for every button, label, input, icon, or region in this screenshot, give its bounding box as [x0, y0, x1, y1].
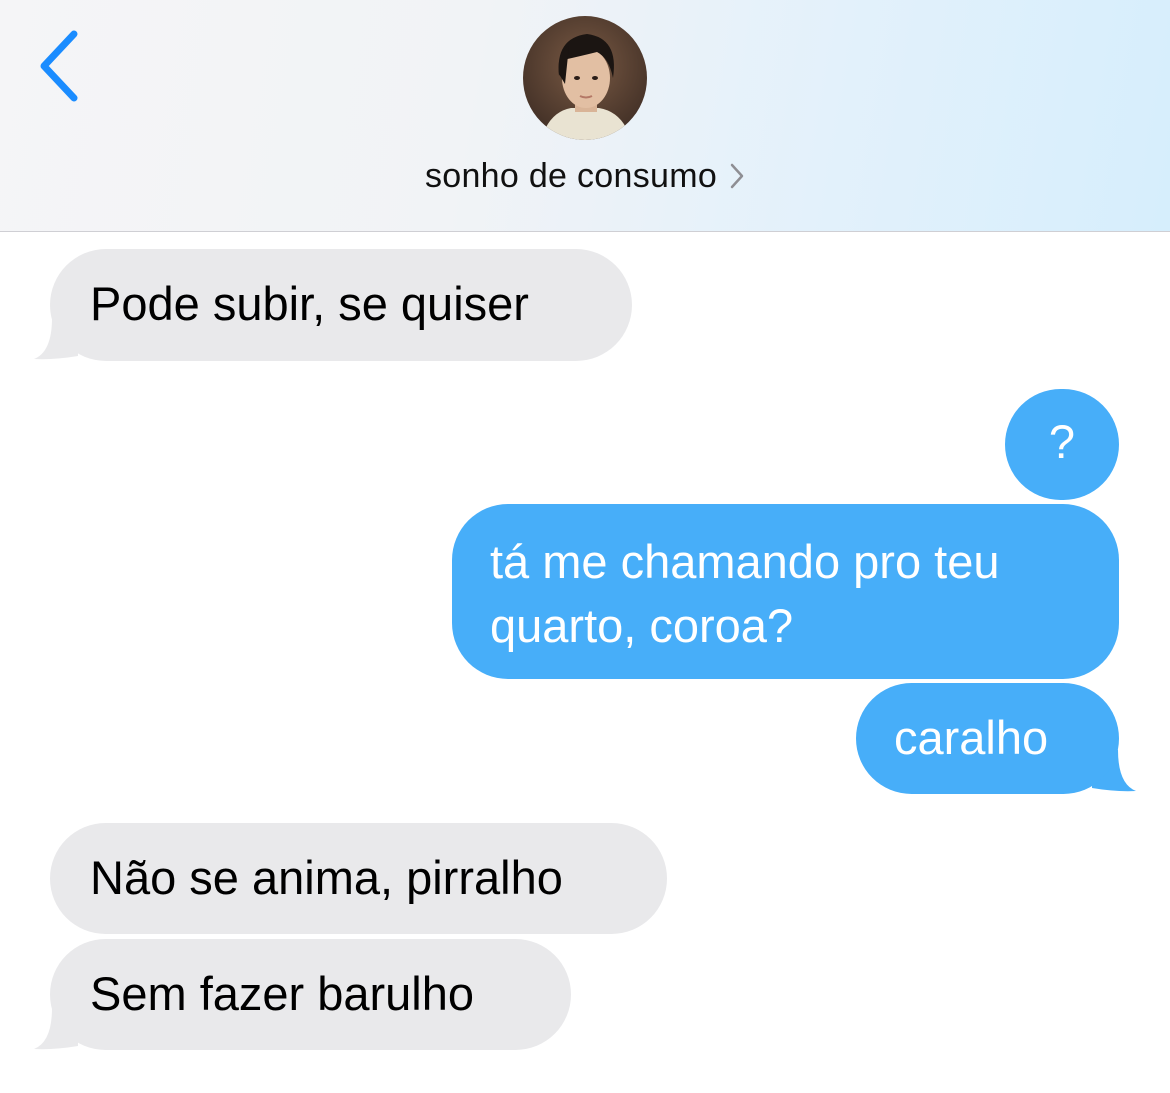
message-received[interactable]: Sem fazer barulho: [50, 939, 571, 1050]
message-text: Sem fazer barulho: [90, 967, 475, 1020]
message-text: caralho: [894, 711, 1049, 764]
message-received[interactable]: Pode subir, se quiser: [50, 249, 632, 361]
message-sent[interactable]: caralho: [856, 683, 1119, 794]
message-text: ?: [1048, 415, 1076, 468]
contact-avatar[interactable]: [523, 16, 647, 140]
message-line: tá me chamando pro teu: [490, 535, 1000, 588]
contact-name: sonho de consumo: [424, 156, 718, 195]
conversation-header: sonho de consumo: [0, 0, 1170, 232]
back-button[interactable]: [30, 28, 90, 104]
message-text: Pode subir, se quiser: [90, 277, 529, 330]
contact-photo: [523, 16, 647, 140]
contact-name-row[interactable]: sonho de consumo: [0, 154, 1170, 198]
message-text: Não se anima, pirralho: [90, 851, 563, 904]
message-received[interactable]: Não se anima, pirralho: [50, 823, 667, 934]
message-sent[interactable]: ?: [1005, 389, 1119, 500]
message-line: quarto, coroa?: [490, 599, 794, 652]
chevron-right-icon: [730, 163, 744, 189]
message-sent[interactable]: tá me chamando pro teu quarto, coroa?: [452, 504, 1119, 679]
chevron-left-icon: [40, 30, 78, 102]
